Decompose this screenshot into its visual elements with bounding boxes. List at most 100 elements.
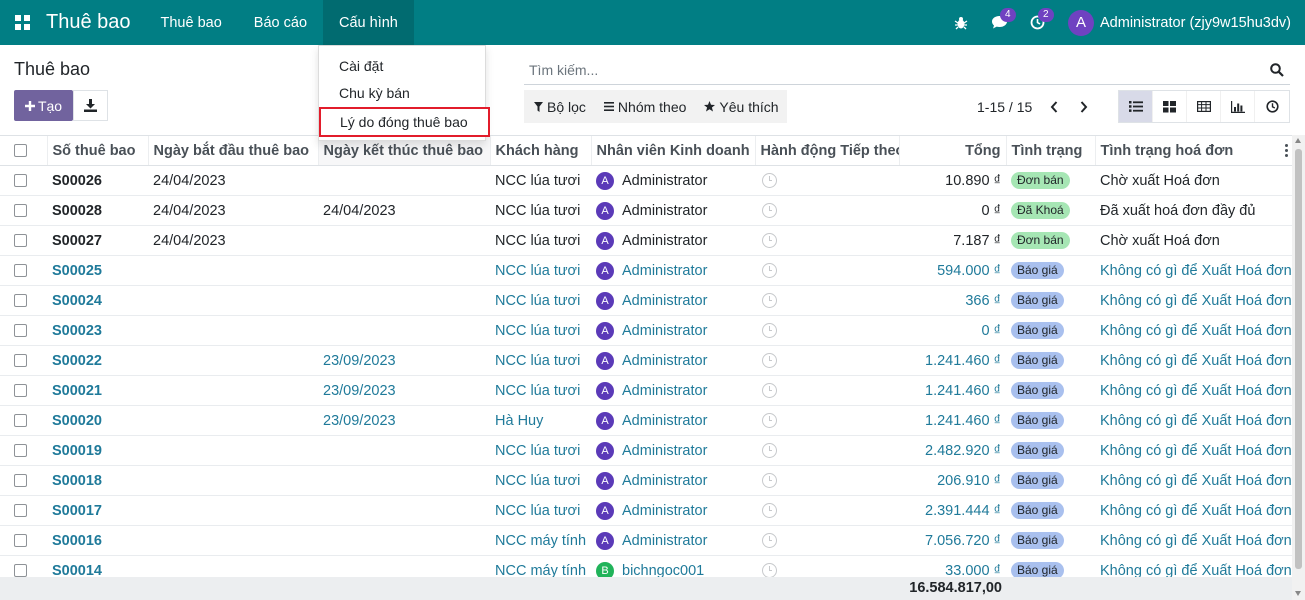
table-row[interactable]: S00025 NCC lúa tươi A Administrator 594.000 … bbox=[0, 255, 1292, 286]
activity-clock-icon[interactable] bbox=[762, 323, 777, 339]
activity-clock-icon[interactable] bbox=[762, 233, 777, 249]
cell-end-date bbox=[318, 435, 490, 466]
activity-clock-icon[interactable] bbox=[762, 563, 777, 579]
scroll-down-arrow[interactable] bbox=[1295, 591, 1301, 596]
col-start-date[interactable]: Ngày bắt đầu thuê bao bbox=[147, 135, 318, 166]
activity-clock-icon[interactable] bbox=[762, 293, 777, 309]
row-checkbox[interactable] bbox=[0, 165, 47, 196]
favorites-button[interactable]: Yêu thích bbox=[694, 90, 786, 123]
activity-clock-icon[interactable] bbox=[762, 173, 777, 189]
menu-configuration[interactable]: Cấu hình bbox=[323, 0, 414, 45]
cell-salesperson: A Administrator bbox=[591, 285, 755, 316]
col-total[interactable]: Tổng bbox=[898, 135, 1006, 166]
pager-value[interactable]: 1-15 / 15 bbox=[977, 99, 1032, 115]
pivot-view-icon[interactable] bbox=[1187, 91, 1221, 122]
cell-total: 2.391.444 ₫ bbox=[899, 495, 1006, 526]
create-button[interactable]: Tạo bbox=[14, 90, 73, 121]
download-button[interactable] bbox=[73, 90, 108, 121]
activity-clock-icon[interactable] bbox=[762, 413, 777, 429]
column-options-icon[interactable] bbox=[1285, 144, 1288, 157]
activity-clock-icon[interactable] bbox=[762, 473, 777, 489]
activity-view-icon[interactable] bbox=[1255, 91, 1289, 122]
select-all-checkbox[interactable] bbox=[0, 135, 47, 166]
cell-next-activity bbox=[755, 375, 899, 406]
list-view-icon[interactable] bbox=[1119, 91, 1153, 122]
cell-start-date: 24/04/2023 bbox=[148, 225, 318, 256]
table-row[interactable]: S00017 NCC lúa tươi A Administrator 2.391.44… bbox=[0, 495, 1292, 526]
create-button-label: Tạo bbox=[37, 97, 63, 114]
cell-total: 366 ₫ bbox=[899, 285, 1006, 316]
activity-clock-icon[interactable] bbox=[762, 383, 777, 399]
cell-invoice-status: Không có gì để Xuất Hoá đơn bbox=[1095, 285, 1292, 316]
scroll-up-arrow[interactable] bbox=[1295, 138, 1301, 143]
activity-clock-icon[interactable] bbox=[762, 263, 777, 279]
table-row[interactable]: S00026 24/04/2023 NCC lúa tươi A Administrat… bbox=[0, 165, 1292, 196]
row-checkbox[interactable] bbox=[0, 315, 47, 346]
table-row[interactable]: S00024 NCC lúa tươi A Administrator 366 ₫ Báo… bbox=[0, 285, 1292, 316]
col-invoice-status[interactable]: Tình trạng hoá đơn bbox=[1094, 135, 1292, 166]
table-row[interactable]: S00021 23/09/2023 NCC lúa tươi A Administrat… bbox=[0, 375, 1292, 406]
row-checkbox[interactable] bbox=[0, 495, 47, 526]
cell-start-date bbox=[148, 465, 318, 496]
chevron-right-icon[interactable] bbox=[1069, 90, 1099, 123]
group-by-button[interactable]: Nhóm theo bbox=[594, 90, 694, 123]
cell-salesperson: A Administrator bbox=[591, 465, 755, 496]
graph-view-icon[interactable] bbox=[1221, 91, 1255, 122]
user-menu[interactable]: A Administrator (zjy9w15hu3dv) bbox=[1056, 9, 1305, 36]
kanban-view-icon[interactable] bbox=[1153, 91, 1187, 122]
activity-clock-icon[interactable] bbox=[762, 503, 777, 519]
cell-subscription-number: S00019 bbox=[47, 435, 148, 466]
avatar: A bbox=[596, 531, 614, 550]
vertical-scrollbar[interactable] bbox=[1292, 135, 1305, 600]
chevron-left-icon[interactable] bbox=[1039, 90, 1069, 123]
filters-button[interactable]: Bộ lọc bbox=[524, 90, 594, 123]
configuration-dropdown: Cài đặt Chu kỳ bán Lý do đóng thuê bao bbox=[318, 45, 490, 141]
app-name[interactable]: Thuê bao bbox=[46, 11, 131, 34]
search-icon[interactable] bbox=[1264, 55, 1290, 85]
dropdown-item-close-reasons[interactable]: Lý do đóng thuê bao bbox=[319, 107, 490, 137]
table-row[interactable]: S00018 NCC lúa tươi A Administrator 206.910 … bbox=[0, 465, 1292, 496]
table-row[interactable]: S00019 NCC lúa tươi A Administrator 2.482.92… bbox=[0, 435, 1292, 466]
row-checkbox[interactable] bbox=[0, 405, 47, 436]
table-row[interactable]: S00016 NCC máy tính A Administrator 7.056.72… bbox=[0, 525, 1292, 556]
row-checkbox[interactable] bbox=[0, 225, 47, 256]
bug-icon[interactable] bbox=[942, 0, 980, 45]
cell-subscription-number: S00028 bbox=[47, 195, 148, 226]
activity-clock-icon[interactable] bbox=[762, 533, 777, 549]
table-row[interactable]: S00022 23/09/2023 NCC lúa tươi A Administrat… bbox=[0, 345, 1292, 376]
activity-clock-icon[interactable] bbox=[762, 443, 777, 459]
activity-clock-icon[interactable]: 2 bbox=[1018, 0, 1056, 45]
row-checkbox[interactable] bbox=[0, 465, 47, 496]
salesperson-name: Administrator bbox=[622, 352, 708, 369]
row-checkbox[interactable] bbox=[0, 435, 47, 466]
dropdown-item-sales-cycles[interactable]: Chu kỳ bán bbox=[319, 79, 487, 106]
row-checkbox[interactable] bbox=[0, 195, 47, 226]
col-subscription-number[interactable]: Số thuê bao bbox=[46, 135, 148, 166]
grand-total: 16.584.817,00 bbox=[909, 580, 1002, 596]
row-checkbox[interactable] bbox=[0, 345, 47, 376]
salesperson-name: bichngoc001 bbox=[622, 562, 705, 579]
row-checkbox[interactable] bbox=[0, 255, 47, 286]
table-row[interactable]: S00028 24/04/2023 24/04/2023 NCC lúa tươi A A… bbox=[0, 195, 1292, 226]
search-input[interactable] bbox=[524, 61, 1264, 78]
activity-clock-icon[interactable] bbox=[762, 353, 777, 369]
activity-clock-icon[interactable] bbox=[762, 203, 777, 219]
menu-reporting[interactable]: Báo cáo bbox=[238, 0, 323, 45]
col-status[interactable]: Tình trạng bbox=[1005, 135, 1095, 166]
col-customer[interactable]: Khách hàng bbox=[489, 135, 591, 166]
apps-grid-icon[interactable] bbox=[0, 0, 44, 45]
scroll-thumb[interactable] bbox=[1295, 149, 1302, 569]
col-next-activity[interactable]: Hành động Tiếp theo bbox=[754, 135, 899, 166]
avatar: A bbox=[1068, 9, 1094, 36]
dropdown-item-settings[interactable]: Cài đặt bbox=[319, 52, 487, 79]
col-salesperson[interactable]: Nhân viên Kinh doanh bbox=[590, 135, 755, 166]
row-checkbox[interactable] bbox=[0, 375, 47, 406]
row-checkbox[interactable] bbox=[0, 525, 47, 556]
table-row[interactable]: S00020 23/09/2023 Hà Huy A Administrator 1.24… bbox=[0, 405, 1292, 436]
table-row[interactable]: S00027 24/04/2023 NCC lúa tươi A Administrat… bbox=[0, 225, 1292, 256]
menu-subscriptions[interactable]: Thuê bao bbox=[145, 0, 238, 45]
table-row[interactable]: S00023 NCC lúa tươi A Administrator 0 ₫ Báo g… bbox=[0, 315, 1292, 346]
cell-invoice-status: Không có gì để Xuất Hoá đơn bbox=[1095, 465, 1292, 496]
row-checkbox[interactable] bbox=[0, 285, 47, 316]
chat-icon[interactable]: 4 bbox=[980, 0, 1018, 45]
